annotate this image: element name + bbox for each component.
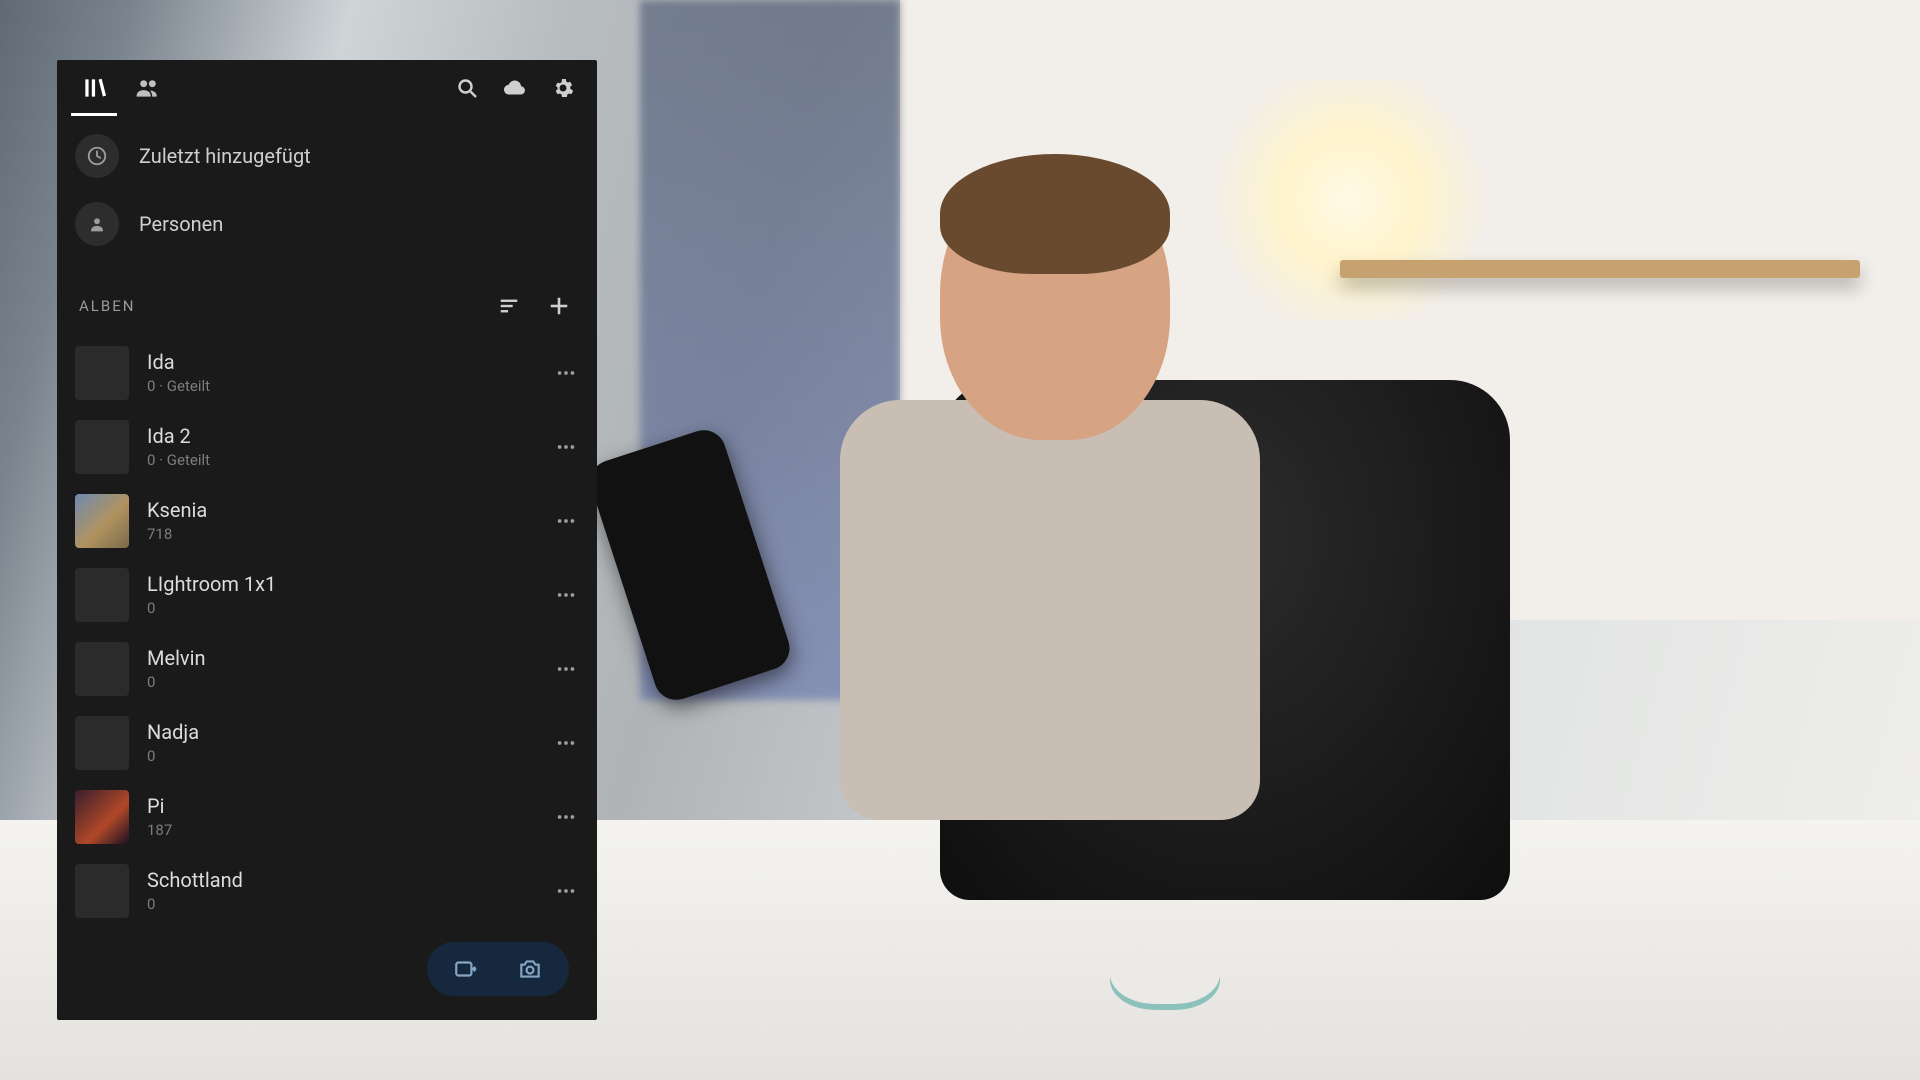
bg-person: [780, 160, 1300, 900]
search-button[interactable]: [447, 68, 487, 108]
more-horizontal-icon: [555, 362, 577, 384]
album-more-button[interactable]: [549, 356, 583, 390]
album-meta: 0 · Geteilt: [147, 451, 531, 469]
capture-photo-button[interactable]: [513, 952, 547, 986]
album-more-button[interactable]: [549, 874, 583, 908]
bg-shelf: [1340, 260, 1860, 278]
album-thumbnail: [75, 790, 129, 844]
album-name: Ida 2: [147, 425, 531, 447]
albums-section-header: ALBEN: [57, 258, 597, 336]
lightroom-library-panel: Zuletzt hinzugefügt Personen ALBEN: [57, 60, 597, 1020]
album-text: Nadja 0: [147, 721, 531, 765]
album-name: Ida: [147, 351, 531, 373]
tab-shared[interactable]: [125, 60, 171, 116]
more-horizontal-icon: [555, 658, 577, 680]
album-text: Ida 2 0 · Geteilt: [147, 425, 531, 469]
albums-sort-button[interactable]: [489, 286, 529, 326]
album-row[interactable]: Ida 2 0 · Geteilt: [57, 410, 597, 484]
album-list: Ida 0 · Geteilt Ida 2 0 · Geteilt Ksenia 718 L…: [57, 336, 597, 928]
album-thumbnail: [75, 568, 129, 622]
shortcut-recently-added[interactable]: Zuletzt hinzugefügt: [57, 122, 597, 190]
shortcut-people[interactable]: Personen: [57, 190, 597, 258]
shortcut-people-label: Personen: [139, 212, 223, 236]
album-meta: 0 · Geteilt: [147, 377, 531, 395]
gear-icon: [551, 76, 575, 100]
bg-hair: [940, 154, 1170, 274]
more-horizontal-icon: [555, 584, 577, 606]
album-meta: 0: [147, 599, 531, 617]
album-thumbnail: [75, 716, 129, 770]
album-thumbnail: [75, 346, 129, 400]
screenshot-stage: Zuletzt hinzugefügt Personen ALBEN: [0, 0, 1920, 1080]
search-icon: [455, 76, 479, 100]
import-capture-fab: [427, 942, 569, 996]
album-thumbnail: [75, 642, 129, 696]
album-more-button[interactable]: [549, 726, 583, 760]
album-thumbnail: [75, 420, 129, 474]
more-horizontal-icon: [555, 806, 577, 828]
camera-icon: [517, 956, 543, 982]
album-text: Ksenia 718: [147, 499, 531, 543]
album-text: Pi 187: [147, 795, 531, 839]
album-more-button[interactable]: [549, 578, 583, 612]
album-row[interactable]: Schottland 0: [57, 854, 597, 928]
bg-cup: [1110, 950, 1220, 1010]
album-text: LIghtroom 1x1 0: [147, 573, 531, 617]
album-name: Melvin: [147, 647, 531, 669]
cloud-sync-button[interactable]: [495, 68, 535, 108]
albums-section-title: ALBEN: [79, 297, 479, 315]
import-photos-button[interactable]: [449, 952, 483, 986]
people-icon: [135, 75, 161, 101]
shortcut-recent-label: Zuletzt hinzugefügt: [139, 144, 311, 168]
album-more-button[interactable]: [549, 800, 583, 834]
album-row[interactable]: Melvin 0: [57, 632, 597, 706]
panel-top-toolbar: [57, 60, 597, 116]
more-horizontal-icon: [555, 732, 577, 754]
album-more-button[interactable]: [549, 504, 583, 538]
clock-icon: [75, 134, 119, 178]
album-text: Schottland 0: [147, 869, 531, 913]
album-thumbnail: [75, 864, 129, 918]
album-text: Melvin 0: [147, 647, 531, 691]
album-more-button[interactable]: [549, 430, 583, 464]
panel-scroll-area[interactable]: Zuletzt hinzugefügt Personen ALBEN: [57, 116, 597, 1020]
album-meta: 718: [147, 525, 531, 543]
album-meta: 187: [147, 821, 531, 839]
more-horizontal-icon: [555, 880, 577, 902]
more-horizontal-icon: [555, 436, 577, 458]
more-horizontal-icon: [555, 510, 577, 532]
person-icon: [75, 202, 119, 246]
cloud-icon: [502, 75, 528, 101]
album-thumbnail: [75, 494, 129, 548]
album-name: Nadja: [147, 721, 531, 743]
album-row[interactable]: Ida 0 · Geteilt: [57, 336, 597, 410]
album-row[interactable]: LIghtroom 1x1 0: [57, 558, 597, 632]
album-row[interactable]: Pi 187: [57, 780, 597, 854]
album-meta: 0: [147, 673, 531, 691]
album-meta: 0: [147, 747, 531, 765]
albums-add-button[interactable]: [539, 286, 579, 326]
album-name: Pi: [147, 795, 531, 817]
album-name: LIghtroom 1x1: [147, 573, 531, 595]
library-icon: [81, 75, 107, 101]
tab-library[interactable]: [71, 60, 117, 116]
album-name: Ksenia: [147, 499, 531, 521]
album-name: Schottland: [147, 869, 531, 891]
album-meta: 0: [147, 895, 531, 913]
album-row[interactable]: Ksenia 718: [57, 484, 597, 558]
album-text: Ida 0 · Geteilt: [147, 351, 531, 395]
bg-torso: [840, 400, 1260, 820]
album-row[interactable]: Nadja 0: [57, 706, 597, 780]
settings-button[interactable]: [543, 68, 583, 108]
import-icon: [453, 956, 479, 982]
sort-icon: [498, 295, 520, 317]
album-more-button[interactable]: [549, 652, 583, 686]
plus-icon: [548, 295, 570, 317]
